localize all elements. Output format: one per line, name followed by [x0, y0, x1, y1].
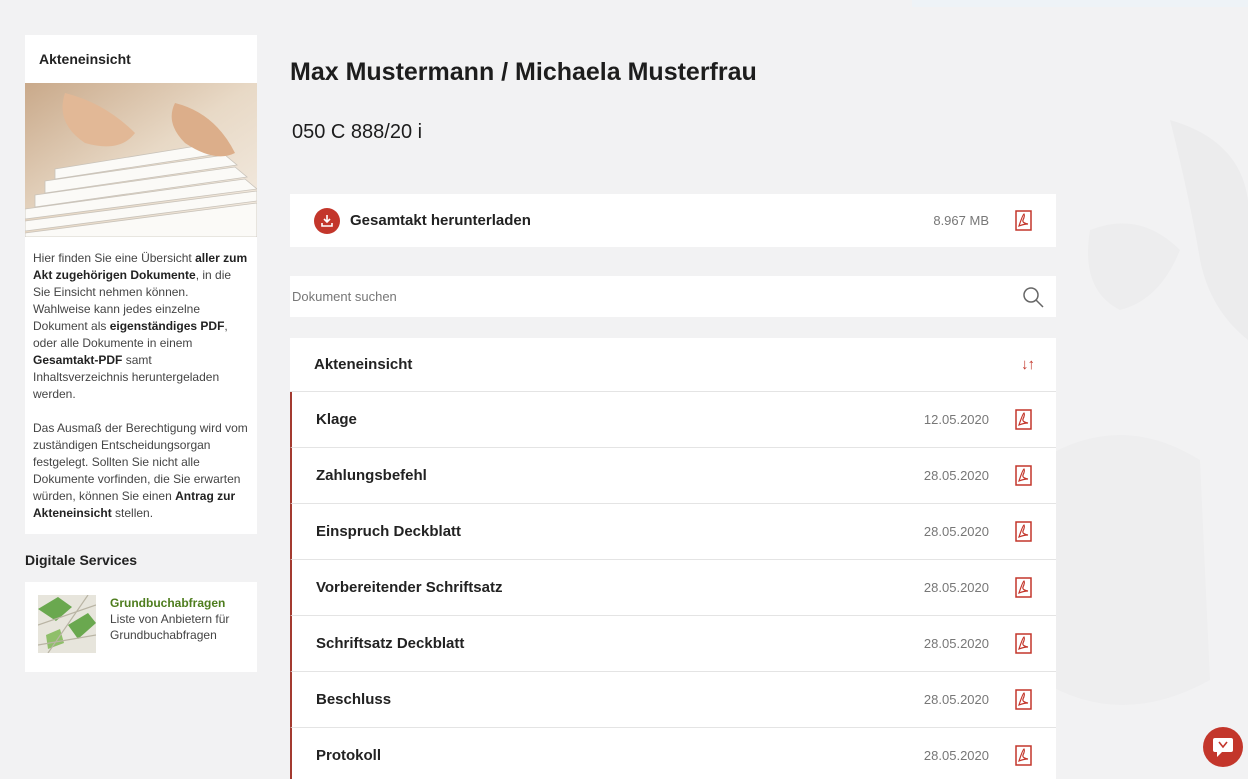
- chat-button[interactable]: [1203, 727, 1243, 767]
- document-row[interactable]: Vorbereitender Schriftsatz 28.05.2020: [290, 560, 1056, 616]
- document-row[interactable]: Protokoll 28.05.2020: [290, 728, 1056, 779]
- service-card-grundbuch[interactable]: Grundbuchabfragen Liste von Anbietern fü…: [25, 582, 257, 672]
- document-date: 28.05.2020: [923, 748, 989, 763]
- sort-icon[interactable]: ↓↑: [1021, 356, 1035, 373]
- document-date: 28.05.2020: [923, 580, 989, 595]
- info-text-part: stellen.: [111, 506, 154, 520]
- top-strip: [912, 0, 1248, 7]
- pdf-icon[interactable]: [1015, 465, 1032, 486]
- document-name[interactable]: Protokoll: [316, 747, 924, 764]
- info-text-bold: Gesamtakt-PDF: [33, 353, 123, 367]
- document-name[interactable]: Schriftsatz Deckblatt: [316, 635, 924, 652]
- info-card: Akteneinsicht Hier finden Sie eine Übers…: [25, 35, 257, 534]
- info-paragraph-2: Das Ausmaß der Berechtigung wird vom zus…: [33, 420, 249, 522]
- download-all-label[interactable]: Gesamtakt herunterladen: [350, 212, 933, 229]
- search-bar[interactable]: [290, 276, 1056, 317]
- document-name[interactable]: Zahlungsbefehl: [316, 467, 924, 484]
- info-text: Hier finden Sie eine Übersicht aller zum…: [25, 237, 257, 534]
- document-date: 28.05.2020: [923, 468, 989, 483]
- pdf-icon[interactable]: [1015, 577, 1032, 598]
- search-input[interactable]: [292, 289, 1022, 304]
- document-row[interactable]: Schriftsatz Deckblatt 28.05.2020: [290, 616, 1056, 672]
- document-list: Akteneinsicht ↓↑ Klage 12.05.2020 Zahlungs…: [290, 338, 1056, 779]
- document-row[interactable]: Zahlungsbefehl 28.05.2020: [290, 448, 1056, 504]
- document-name[interactable]: Vorbereitender Schriftsatz: [316, 579, 924, 596]
- chat-icon: [1213, 738, 1233, 757]
- pdf-icon[interactable]: [1015, 409, 1032, 430]
- document-name[interactable]: Klage: [316, 411, 924, 428]
- pdf-icon[interactable]: [1015, 689, 1032, 710]
- info-title: Akteneinsicht: [39, 51, 131, 67]
- list-header: Akteneinsicht ↓↑: [290, 338, 1056, 392]
- service-description: Liste von Anbietern für Grundbuchabfrage…: [110, 612, 230, 642]
- case-number: 050 C 888/20 i: [292, 121, 423, 143]
- services-title: Digitale Services: [25, 552, 138, 568]
- document-date: 28.05.2020: [923, 524, 989, 539]
- document-name[interactable]: Einspruch Deckblatt: [316, 523, 924, 540]
- service-link[interactable]: Grundbuchabfragen: [110, 595, 247, 611]
- document-row[interactable]: Einspruch Deckblatt 28.05.2020: [290, 504, 1056, 560]
- files-hero-image: [25, 83, 257, 237]
- sidebar: Akteneinsicht Hier finden Sie eine Übers…: [25, 35, 257, 672]
- document-row[interactable]: Beschluss 28.05.2020: [290, 672, 1056, 728]
- document-row[interactable]: Klage 12.05.2020: [290, 392, 1056, 448]
- download-icon[interactable]: [314, 207, 340, 234]
- file-size: 8.967 MB: [933, 213, 989, 228]
- pdf-icon[interactable]: [1015, 210, 1032, 231]
- document-date: 28.05.2020: [923, 692, 989, 707]
- document-name[interactable]: Beschluss: [316, 691, 924, 708]
- info-paragraph-1: Hier finden Sie eine Übersicht aller zum…: [33, 250, 249, 403]
- list-header-title: Akteneinsicht: [314, 356, 413, 373]
- document-date: 12.05.2020: [923, 412, 989, 427]
- pdf-icon[interactable]: [1015, 633, 1032, 654]
- document-date: 28.05.2020: [923, 636, 989, 651]
- case-title: Max Mustermann / Michaela Musterfrau: [290, 58, 757, 86]
- pdf-icon[interactable]: [1015, 745, 1032, 766]
- download-all-row[interactable]: Gesamtakt herunterladen 8.967 MB: [290, 194, 1056, 247]
- info-text-bold: eigenständiges PDF: [109, 319, 225, 333]
- pdf-icon[interactable]: [1015, 521, 1032, 542]
- service-text: Grundbuchabfragen Liste von Anbietern fü…: [110, 595, 247, 672]
- map-icon: [38, 595, 96, 653]
- info-text-part: Hier finden Sie eine Übersicht: [33, 251, 196, 265]
- search-icon[interactable]: [1022, 286, 1044, 308]
